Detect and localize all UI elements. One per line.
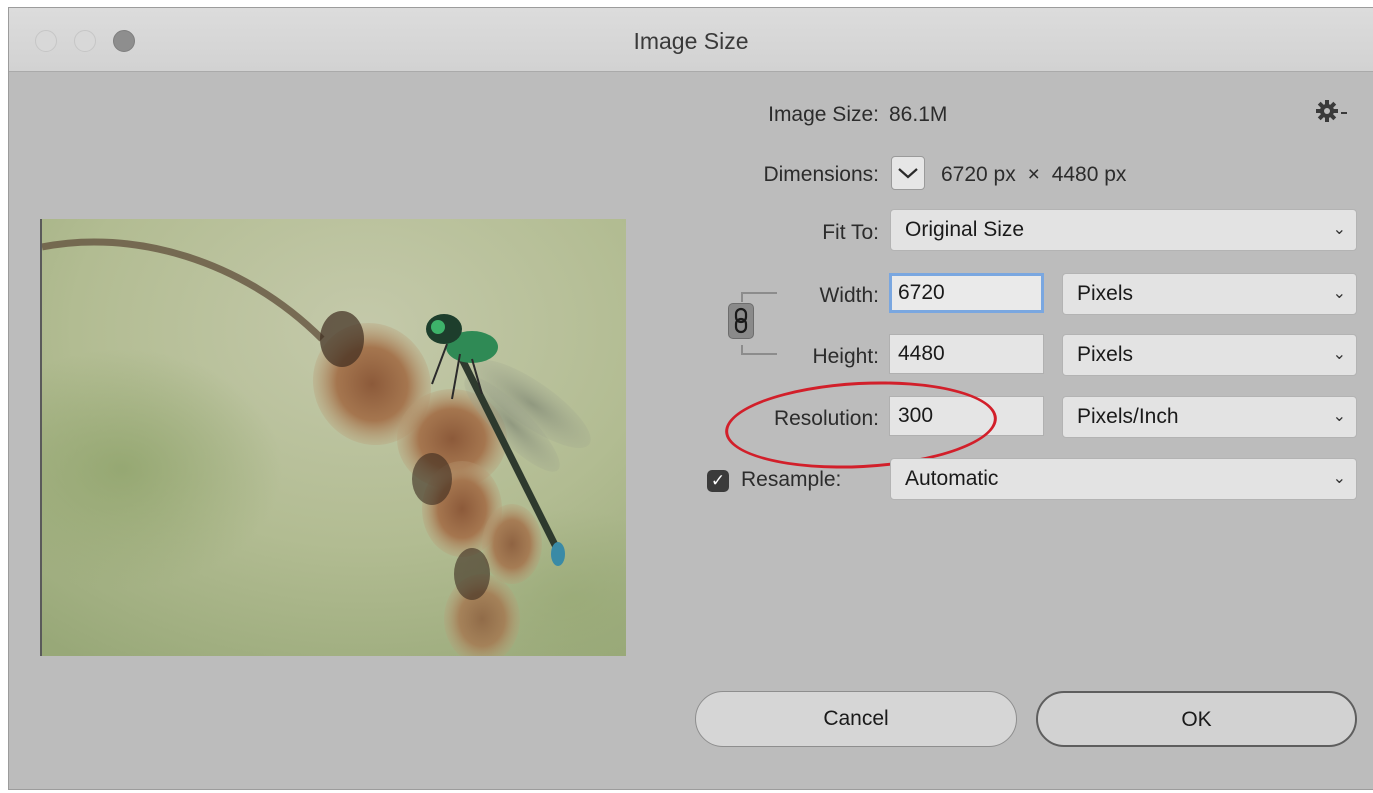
chevron-down-icon: ⌄ <box>1332 346 1346 363</box>
height-input[interactable]: 4480 <box>889 334 1044 374</box>
image-size-dialog: Image Size Image Size: 86.1M Dimensions:… <box>8 7 1373 790</box>
height-unit-select[interactable]: Pixels ⌄ <box>1062 334 1357 376</box>
resample-method-value: Automatic <box>905 467 999 490</box>
image-preview[interactable] <box>40 219 626 656</box>
window-title: Image Size <box>633 28 749 54</box>
cancel-button[interactable]: Cancel <box>695 691 1017 747</box>
chevron-down-icon: ⌄ <box>1332 285 1346 302</box>
dimensions-label: Dimensions: <box>763 163 879 186</box>
resample-label: Resample: <box>741 468 842 491</box>
dimensions-value: 6720 px × 4480 px <box>941 163 1126 187</box>
width-unit-select[interactable]: Pixels ⌄ <box>1062 273 1357 315</box>
image-size-label: Image Size: <box>768 103 879 126</box>
dimensions-separator: × <box>1027 163 1040 186</box>
fit-to-label: Fit To: <box>822 221 879 244</box>
width-input[interactable]: 6720 <box>889 273 1044 313</box>
width-unit-value: Pixels <box>1077 282 1134 305</box>
chain-link-icon <box>734 307 748 334</box>
height-label: Height: <box>812 345 879 368</box>
dimensions-height: 4480 px <box>1051 163 1127 186</box>
ok-button[interactable]: OK <box>1036 691 1357 747</box>
chevron-down-icon: ⌄ <box>1332 470 1346 487</box>
title-bar: Image Size <box>9 8 1373 72</box>
chevron-down-icon: ⌄ <box>1332 408 1346 425</box>
dimensions-units-dropdown[interactable] <box>891 156 925 190</box>
width-label: Width: <box>819 284 879 307</box>
chevron-down-icon: ⌄ <box>1332 221 1346 238</box>
image-size-value: 86.1M <box>889 103 948 126</box>
resample-checkbox[interactable]: ✓ <box>707 470 729 492</box>
height-unit-value: Pixels <box>1077 343 1134 366</box>
fit-to-select[interactable]: Original Size ⌄ <box>890 209 1357 251</box>
fit-to-value: Original Size <box>905 218 1025 241</box>
gear-icon[interactable] <box>1315 98 1351 126</box>
resolution-unit-value: Pixels/Inch <box>1077 405 1179 428</box>
damselfly-photo <box>42 219 626 656</box>
dimensions-width: 6720 px <box>941 163 1016 186</box>
resample-method-select[interactable]: Automatic ⌄ <box>890 458 1357 500</box>
resolution-unit-select[interactable]: Pixels/Inch ⌄ <box>1062 396 1357 438</box>
chevron-down-icon <box>898 168 918 179</box>
constrain-proportions-toggle[interactable] <box>728 303 754 339</box>
